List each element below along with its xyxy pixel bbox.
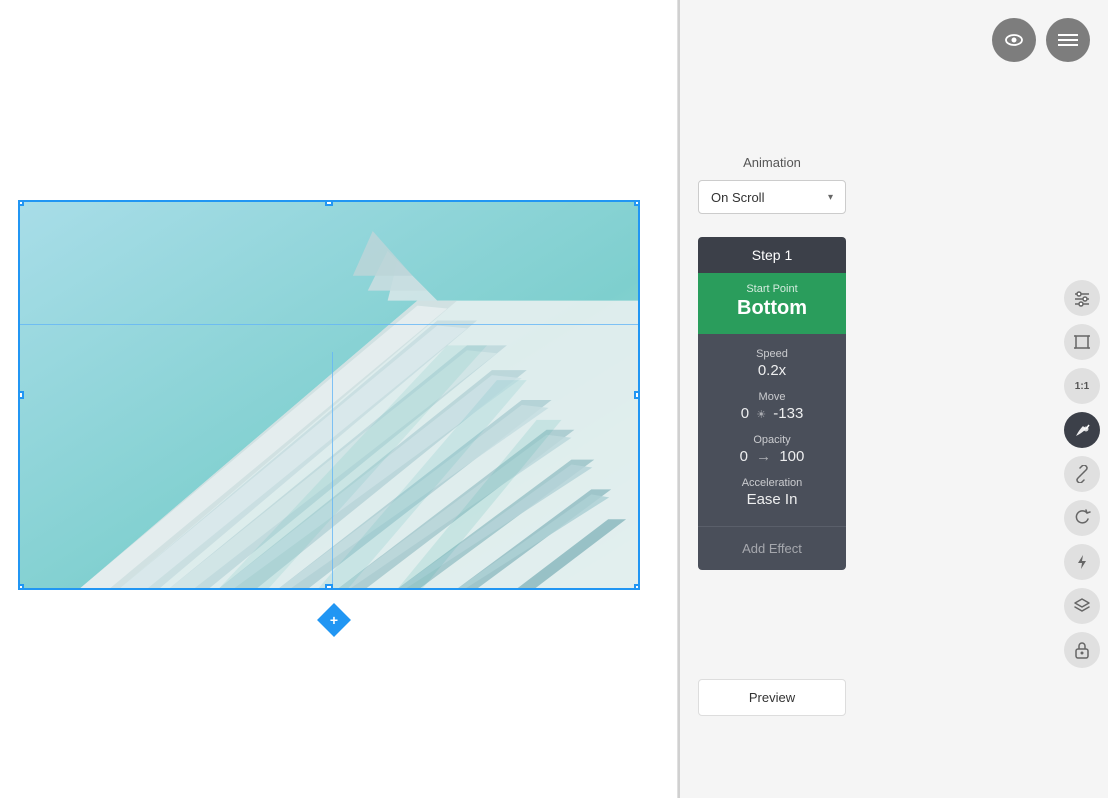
- speed-label: Speed: [714, 348, 830, 360]
- ratio-icon-button[interactable]: 1:1: [1064, 368, 1100, 404]
- step-header: Step 1: [698, 237, 846, 273]
- animation-icon-button[interactable]: [1064, 544, 1100, 580]
- add-element-button[interactable]: +: [317, 603, 351, 637]
- animation-dropdown-label: On Scroll: [711, 190, 764, 205]
- move-row: Move 0 ☀ -133: [714, 391, 830, 422]
- handle-top-mid[interactable]: [325, 200, 333, 206]
- start-point-label: Start Point: [714, 283, 830, 295]
- add-effect-button[interactable]: Add Effect: [698, 526, 846, 570]
- handle-bottom-mid[interactable]: [325, 584, 333, 590]
- opacity-label: Opacity: [714, 434, 830, 446]
- start-point-block[interactable]: Start Point Bottom: [698, 273, 846, 334]
- eye-icon: [1003, 29, 1025, 51]
- guide-vertical: [332, 352, 333, 588]
- opacity-end: 100: [779, 448, 804, 465]
- handle-mid-right[interactable]: [634, 391, 640, 399]
- link-icon-button[interactable]: [1064, 456, 1100, 492]
- step-container: Step 1 Start Point Bottom Speed 0.2x Mov…: [698, 237, 846, 570]
- crop-icon-button[interactable]: [1064, 324, 1100, 360]
- paint-icon-button[interactable]: [1064, 412, 1100, 448]
- top-toolbar: [992, 18, 1090, 62]
- lock-icon: [1074, 641, 1090, 659]
- eye-button[interactable]: [992, 18, 1036, 62]
- move-y: -133: [773, 405, 803, 422]
- move-value[interactable]: 0 ☀ -133: [714, 405, 830, 422]
- move-sun-icon: ☀: [756, 409, 766, 421]
- handle-bottom-right[interactable]: [634, 584, 640, 590]
- handle-mid-left[interactable]: [18, 391, 24, 399]
- start-point-value: Bottom: [714, 297, 830, 320]
- menu-button[interactable]: [1046, 18, 1090, 62]
- acceleration-value[interactable]: Ease In: [714, 491, 830, 508]
- lightning-icon: [1073, 553, 1091, 571]
- right-panel: Animation On Scroll ▾ Step 1 Start Point…: [680, 0, 1108, 798]
- building-illustration: [20, 202, 638, 588]
- properties-block: Speed 0.2x Move 0 ☀ -133 Opacity 0 → 100: [698, 334, 846, 526]
- move-label: Move: [714, 391, 830, 403]
- handle-top-left[interactable]: [18, 200, 24, 206]
- move-x: 0: [741, 405, 749, 422]
- acceleration-label: Acceleration: [714, 477, 830, 489]
- filters-icon-button[interactable]: [1064, 280, 1100, 316]
- acceleration-row: Acceleration Ease In: [714, 477, 830, 508]
- paint-brush-icon: [1073, 421, 1091, 439]
- add-icon: +: [322, 608, 346, 632]
- image-content: [20, 202, 638, 588]
- hamburger-icon: [1058, 33, 1078, 47]
- canvas-area: +: [0, 0, 678, 798]
- opacity-start: 0: [740, 448, 748, 465]
- handle-bottom-left[interactable]: [18, 584, 24, 590]
- animation-title: Animation: [698, 155, 846, 170]
- rotate-icon: [1073, 509, 1091, 527]
- chain-link-icon: [1073, 465, 1091, 483]
- handle-top-right[interactable]: [634, 200, 640, 206]
- preview-button[interactable]: Preview: [698, 679, 846, 716]
- speed-value[interactable]: 0.2x: [714, 362, 830, 379]
- opacity-arrow-icon: →: [756, 448, 771, 465]
- guide-horizontal: [20, 324, 638, 325]
- animation-dropdown[interactable]: On Scroll ▾: [698, 180, 846, 214]
- rotate-icon-button[interactable]: [1064, 500, 1100, 536]
- dropdown-arrow-icon: ▾: [828, 192, 833, 203]
- side-toolbar: 1:1: [1064, 280, 1100, 668]
- sliders-icon: [1073, 289, 1091, 307]
- lock-icon-button[interactable]: [1064, 632, 1100, 668]
- layers-icon: [1073, 597, 1091, 615]
- layers-icon-button[interactable]: [1064, 588, 1100, 624]
- selected-image[interactable]: [18, 200, 640, 590]
- opacity-value[interactable]: 0 → 100: [714, 448, 830, 465]
- opacity-row: Opacity 0 → 100: [714, 434, 830, 465]
- speed-row: Speed 0.2x: [714, 348, 830, 379]
- crop-icon: [1073, 333, 1091, 351]
- animation-section: Animation On Scroll ▾: [698, 155, 846, 226]
